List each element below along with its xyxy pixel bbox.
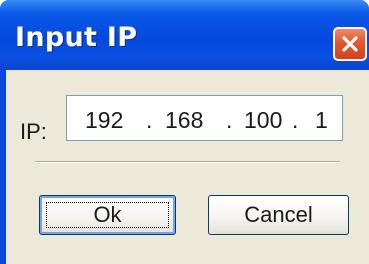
input-ip-dialog: Input IP IP: 192 . 168 . 100 . 1 Ok Canc…: [0, 0, 369, 264]
dialog-body: IP: 192 . 168 . 100 . 1 Ok Cancel: [6, 70, 369, 264]
ip-octet-1[interactable]: 192: [85, 107, 123, 134]
title-bar[interactable]: Input IP: [0, 0, 369, 70]
ok-button[interactable]: Ok: [39, 195, 176, 235]
ip-label: IP:: [20, 119, 47, 144]
ip-octet-2[interactable]: 168: [165, 107, 203, 134]
ip-octet-4[interactable]: 1: [315, 107, 328, 134]
ip-dot-2: .: [226, 107, 233, 133]
separator-line: [35, 161, 340, 163]
ip-dot-3: .: [292, 107, 299, 133]
ip-address-input[interactable]: 192 . 168 . 100 . 1: [66, 95, 343, 141]
focus-rectangle: [46, 202, 169, 228]
dialog-title: Input IP: [15, 22, 138, 53]
ip-dot-1: .: [146, 107, 153, 133]
cancel-button[interactable]: Cancel: [208, 195, 349, 235]
cancel-button-label: Cancel: [244, 202, 313, 227]
close-icon: [342, 36, 358, 52]
ip-octet-3[interactable]: 100: [244, 107, 282, 134]
close-button[interactable]: [333, 27, 367, 61]
